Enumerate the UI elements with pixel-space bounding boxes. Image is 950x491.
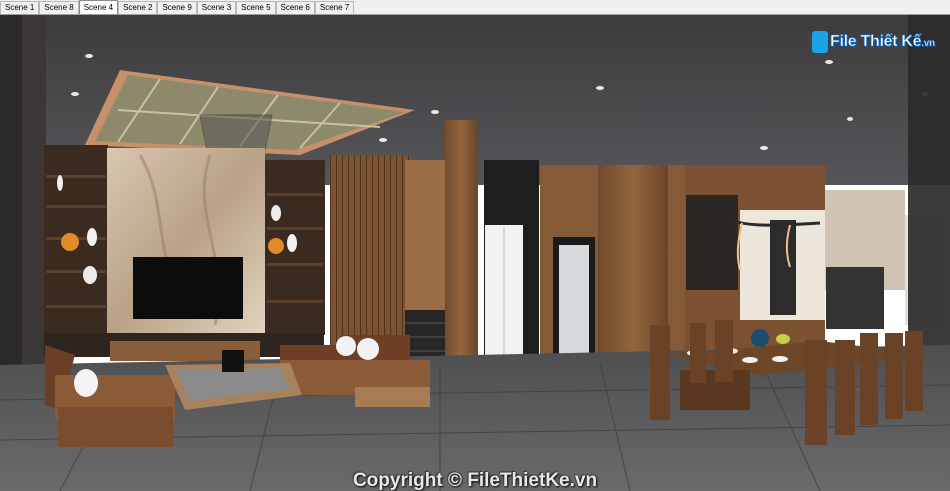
tab-scene-4[interactable]: Scene 4 [78,0,119,14]
glass-cabinet [686,195,738,290]
tab-scene-1[interactable]: Scene 1 [0,1,40,14]
tab-scene-3[interactable]: Scene 3 [196,1,237,14]
copyright-watermark: Copyright © FileThietKe.vn [352,470,598,491]
scene-tab-bar: Scene 1 Scene 8 Scene 4 Scene 2 Scene 9 … [0,0,950,15]
tab-scene-2[interactable]: Scene 2 [118,1,158,14]
interior-render [0,15,950,491]
tab-scene-6[interactable]: Scene 6 [275,1,315,14]
logo-text: File Thiết Kế.vn [830,33,936,51]
tab-scene-8[interactable]: Scene 8 [39,1,79,14]
tv [133,257,243,319]
tab-scene-5[interactable]: Scene 5 [236,1,276,14]
tab-scene-7[interactable]: Scene 7 [314,1,355,14]
logo-icon [812,31,828,53]
3d-viewport[interactable]: File Thiết Kế.vn Copyright © FileThietKe… [0,15,950,491]
site-logo: File Thiết Kế.vn [812,29,935,55]
tab-scene-9[interactable]: Scene 9 [157,1,197,14]
